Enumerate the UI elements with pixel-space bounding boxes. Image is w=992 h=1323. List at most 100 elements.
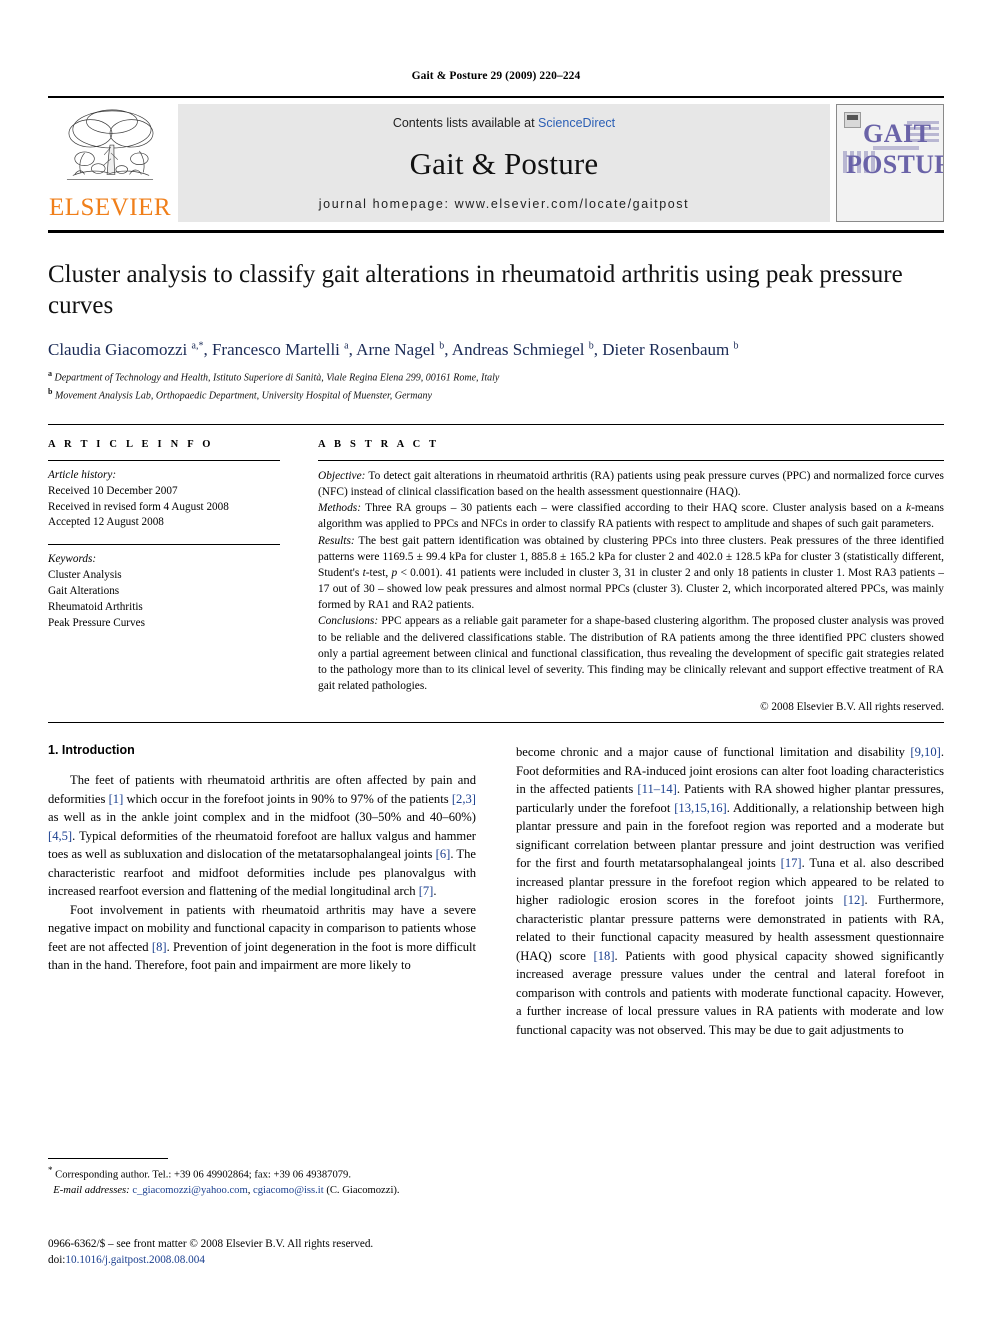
sciencedirect-link[interactable]: ScienceDirect <box>538 116 615 130</box>
citation-link[interactable]: [4,5] <box>48 829 72 843</box>
article-info-column: A R T I C L E I N F O Article history: R… <box>48 439 316 714</box>
affiliation-a: a Department of Technology and Health, I… <box>48 369 500 384</box>
abstract-heading: A B S T R A C T <box>318 438 440 450</box>
cover-corner-icon <box>844 112 861 128</box>
affiliation-a-text: Department of Technology and Health, Ist… <box>54 372 500 384</box>
abstract-results-text-3: < 0.001). 41 patients were included in c… <box>318 566 944 612</box>
issn-line: 0966-6362/$ – see front matter © 2008 El… <box>48 1238 374 1250</box>
citation-link[interactable]: [18] <box>594 949 615 963</box>
affiliation-list: a Department of Technology and Health, I… <box>48 368 944 404</box>
article-page: Gait & Posture 29 (2009) 220–224 ELSEVIE… <box>0 0 992 1323</box>
abstract-results-label: Results: <box>318 534 355 547</box>
citation-link[interactable]: [9,10] <box>910 745 940 759</box>
citation-link[interactable]: [8] <box>152 940 167 954</box>
body-column-left: 1. Introduction The feet of patients wit… <box>48 743 476 1125</box>
citation-link[interactable]: [12] <box>844 893 865 907</box>
journal-cover-thumbnail: GAIT POSTURE <box>836 104 944 222</box>
keyword-item: Gait Alterations <box>48 585 120 598</box>
doi-label: doi: <box>48 1254 66 1267</box>
affiliation-b-text: Movement Analysis Lab, Orthopaedic Depar… <box>54 390 432 402</box>
email-label: E-mail addresses: <box>53 1184 130 1196</box>
affiliation-b: b Movement Analysis Lab, Orthopaedic Dep… <box>48 386 432 402</box>
paragraph-text: . Typical deformities of the rheumatoid … <box>48 828 476 862</box>
author-list: Claudia Giacomozzi a,*, Francesco Martel… <box>48 340 739 359</box>
doi-link[interactable]: 10.1016/j.gaitpost.2008.08.004 <box>65 1254 205 1266</box>
abstract-methods-text-1: Three RA groups – 30 patients each – wer… <box>361 502 907 515</box>
abstract-results: Results: The best gait pattern identific… <box>318 533 944 614</box>
article-history-label: Article history: <box>48 468 117 481</box>
imprint-block: 0966-6362/$ – see front matter © 2008 El… <box>48 1236 508 1268</box>
abstract-conclusions: Conclusions: PPC appears as a reliable g… <box>318 613 944 694</box>
keywords-label: Keywords: <box>48 553 97 566</box>
citation-link[interactable]: [7] <box>419 884 434 898</box>
abstract-objective-label: Objective: <box>318 469 366 482</box>
keywords-group: Keywords: Cluster Analysis Gait Alterati… <box>48 552 298 632</box>
article-info-heading: A R T I C L E I N F O <box>48 438 214 450</box>
abstract-rule <box>318 459 944 461</box>
email-link-secondary[interactable]: cgiacomo@iss.it <box>253 1185 324 1196</box>
abstract-bottom-rule <box>48 722 944 724</box>
keywords-rule <box>48 544 280 546</box>
corresponding-author-note: * Corresponding author. Tel.: +39 06 499… <box>48 1164 476 1183</box>
section-title-introduction: 1. Introduction <box>48 743 135 758</box>
contents-prefix-text: Contents lists available at <box>392 116 535 130</box>
paragraph-text: as well as in the ankle joint complex an… <box>48 810 476 825</box>
elsevier-tree-icon <box>66 109 154 180</box>
doi-line: doi:10.1016/j.gaitpost.2008.08.004 <box>48 1252 508 1268</box>
abstract-copyright: © 2008 Elsevier B.V. All rights reserved… <box>760 701 944 714</box>
info-abstract-region: A R T I C L E I N F O Article history: R… <box>48 423 944 714</box>
abstract-column: A B S T R A C T Objective: To detect gai… <box>316 438 944 714</box>
footnote-zone: * Corresponding author. Tel.: +39 06 499… <box>48 1158 476 1198</box>
cover-title-gait: GAIT <box>863 119 932 148</box>
body-column-right: become chronic and a major cause of func… <box>516 743 944 1125</box>
body-columns: 1. Introduction The feet of patients wit… <box>48 743 944 1125</box>
history-item: Received 10 December 2007 <box>48 484 178 497</box>
elsevier-wordmark: ELSEVIER <box>48 194 172 221</box>
paragraph-text: which occur in the forefoot joints in 90… <box>123 791 452 806</box>
journal-masthead: ELSEVIER Contents lists available at Sci… <box>48 96 944 222</box>
email-suffix: (C. Giacomozzi). <box>323 1184 400 1196</box>
masthead-bottom-rule <box>48 230 944 233</box>
paragraph: become chronic and a major cause of func… <box>516 743 944 1039</box>
abstract-conclusions-text: PPC appears as a reliable gait parameter… <box>318 615 944 693</box>
history-item: Received in revised form 4 August 2008 <box>48 500 229 513</box>
abstract-objective-text: To detect gait alterations in rheumatoid… <box>318 469 944 498</box>
paragraph-text: . <box>433 884 437 899</box>
paragraph: The feet of patients with rheumatoid art… <box>48 771 476 901</box>
elsevier-logo: ELSEVIER <box>48 104 172 222</box>
article-history-group: Article history: Received 10 December 20… <box>48 468 298 532</box>
keyword-item: Cluster Analysis <box>48 569 122 582</box>
corresponding-author-text: Corresponding author. Tel.: +39 06 49902… <box>52 1169 351 1181</box>
contents-available-line: Contents lists available at ScienceDirec… <box>393 116 615 130</box>
footnote-rule <box>48 1158 168 1159</box>
paragraph: Foot involvement in patients with rheuma… <box>48 901 476 975</box>
journal-homepage-line[interactable]: journal homepage: www.elsevier.com/locat… <box>319 197 689 211</box>
masthead-center-band: Contents lists available at ScienceDirec… <box>178 104 830 222</box>
email-link-primary[interactable]: c_giacomozzi@yahoo.com <box>132 1185 247 1196</box>
citation-link[interactable]: [13,15,16] <box>674 801 726 815</box>
keyword-item: Peak Pressure Curves <box>48 617 145 629</box>
citation-link[interactable]: [6] <box>436 847 451 861</box>
abstract-objective: Objective: To detect gait alterations in… <box>318 468 944 500</box>
abstract-results-text-2: -test, <box>365 566 392 579</box>
keyword-item: Rheumatoid Arthritis <box>48 601 143 614</box>
title-block: Cluster analysis to classify gait altera… <box>48 259 944 404</box>
paragraph-text: become chronic and a major cause of func… <box>516 745 911 760</box>
abstract-methods: Methods: Three RA groups – 30 patients e… <box>318 500 944 532</box>
citation-link[interactable]: [11–14] <box>637 782 676 796</box>
email-note: E-mail addresses: c_giacomozzi@yahoo.com… <box>48 1183 476 1198</box>
cover-title-posture: POSTURE <box>846 150 943 179</box>
page-title: Cluster analysis to classify gait altera… <box>48 261 903 319</box>
abstract-methods-label: Methods: <box>318 502 362 515</box>
article-info-rule <box>48 459 280 461</box>
citation-link[interactable]: [1] <box>109 792 124 806</box>
introduction-right-text: become chronic and a major cause of func… <box>516 743 944 1039</box>
introduction-left-text: The feet of patients with rheumatoid art… <box>48 771 476 975</box>
journal-title: Gait & Posture <box>409 145 599 181</box>
abstract-conclusions-label: Conclusions: <box>318 615 379 628</box>
abstract-body: Objective: To detect gait alterations in… <box>318 468 944 695</box>
citation-link[interactable]: [2,3] <box>452 792 476 806</box>
history-item: Accepted 12 August 2008 <box>48 516 164 529</box>
citation-link[interactable]: [17] <box>781 856 802 870</box>
running-head: Gait & Posture 29 (2009) 220–224 <box>411 70 581 82</box>
